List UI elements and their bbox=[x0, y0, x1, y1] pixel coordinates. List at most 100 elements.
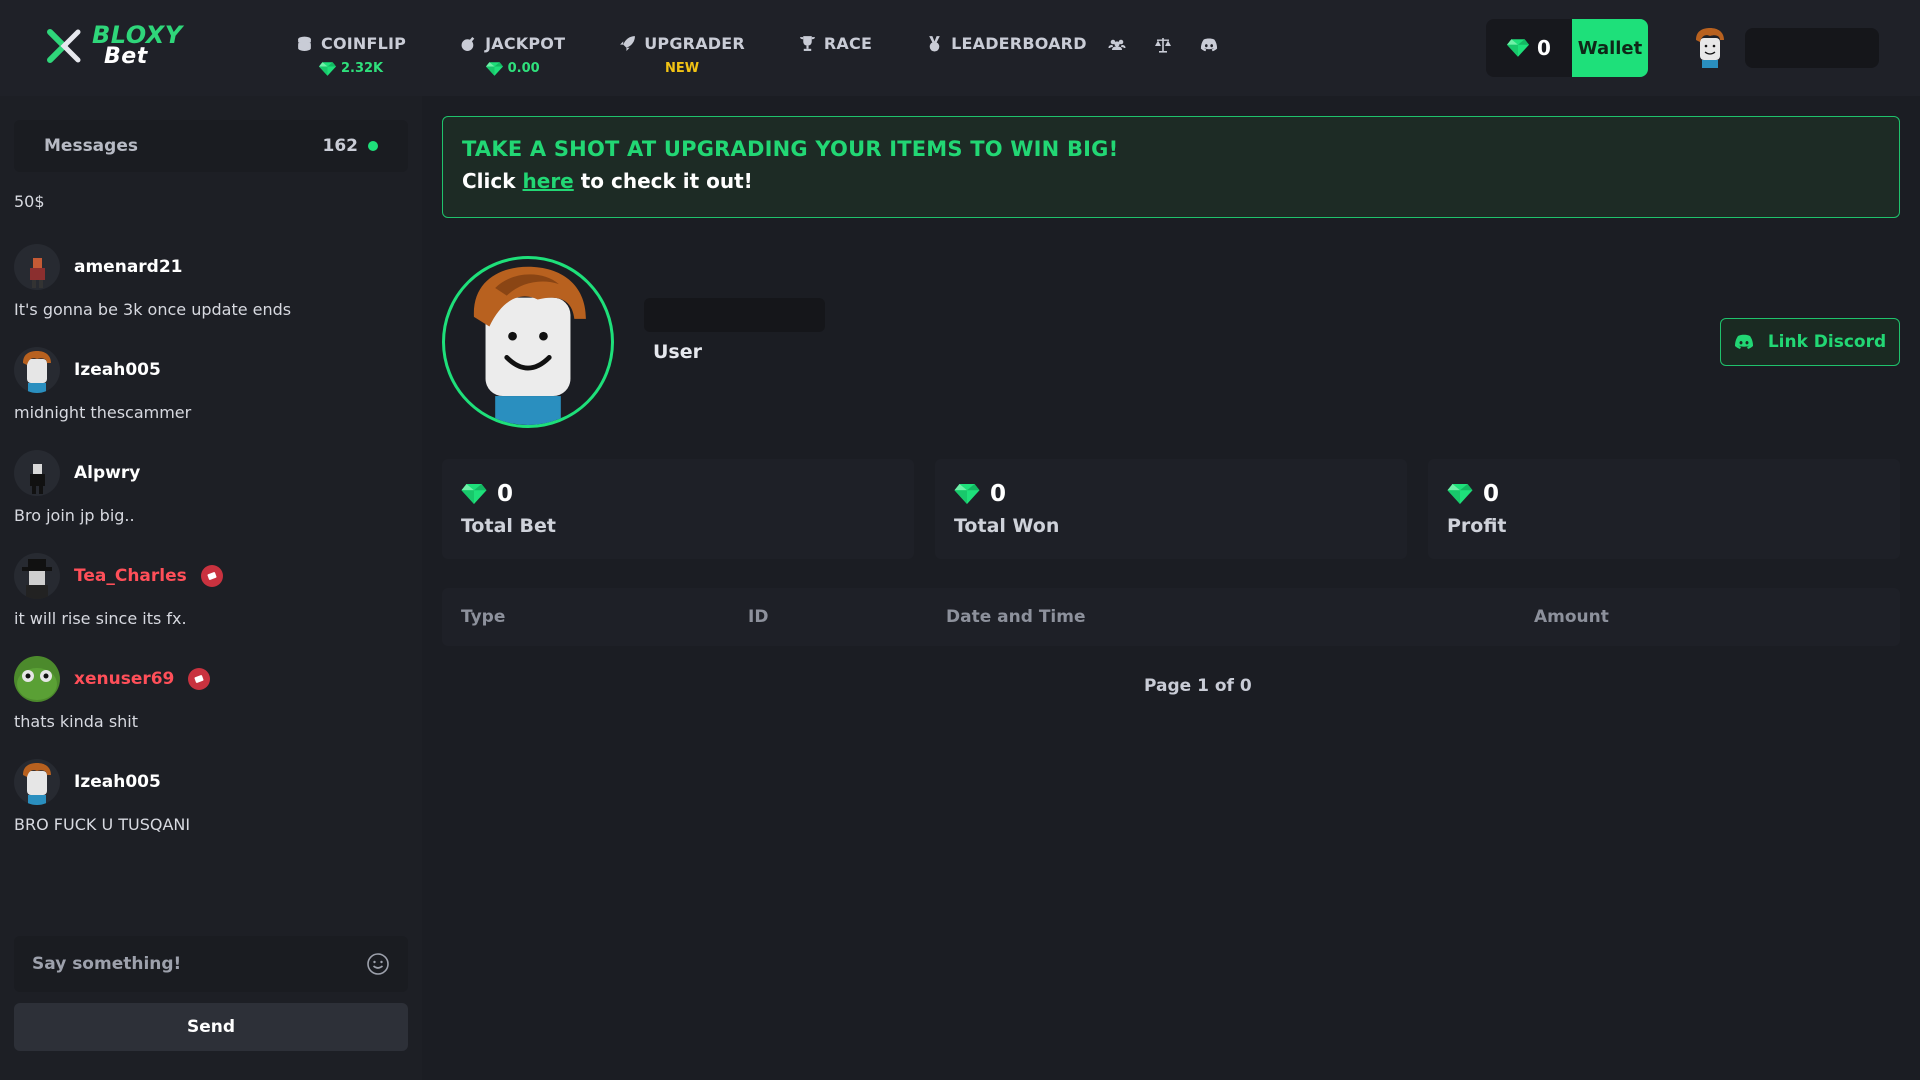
discord-icon[interactable] bbox=[1200, 36, 1218, 54]
chat-message-text: thats kinda shit bbox=[14, 712, 139, 731]
avatar[interactable] bbox=[14, 656, 60, 702]
link-discord-button[interactable]: Link Discord bbox=[1720, 318, 1900, 366]
brand-logo[interactable]: BLOXY Bet bbox=[44, 23, 183, 69]
staff-badge-icon bbox=[200, 565, 223, 587]
new-badge: NEW bbox=[665, 61, 700, 76]
column-header-type[interactable]: Type bbox=[461, 607, 505, 627]
chat-message: amenard21 It's gonna be 3k once update e… bbox=[14, 244, 408, 319]
avatar[interactable] bbox=[14, 553, 60, 599]
main-nav: COINFLIP 2.32K JACKPOT 0.00 UPGRADER NEW bbox=[296, 34, 1141, 76]
gem-icon bbox=[1507, 39, 1529, 57]
chat-title: Messages bbox=[44, 136, 138, 156]
chat-message: Alpwry Bro join jp big.. bbox=[14, 450, 408, 525]
emoji-icon[interactable] bbox=[366, 952, 390, 976]
nav-coinflip-label: COINFLIP bbox=[321, 34, 407, 53]
top-navbar: BLOXY Bet COINFLIP 2.32K JACKPOT 0.00 UP… bbox=[0, 0, 1920, 96]
stat-label: Profit bbox=[1447, 515, 1507, 537]
user-avatar[interactable] bbox=[1690, 26, 1730, 70]
staff-badge-icon bbox=[188, 668, 211, 690]
nav-upgrader-label: UPGRADER bbox=[644, 34, 745, 53]
avatar[interactable] bbox=[14, 347, 60, 393]
username-redacted bbox=[1745, 28, 1879, 68]
wallet-balance-value: 0 bbox=[1537, 36, 1551, 60]
rocket-icon bbox=[620, 36, 636, 51]
stat-total-bet: 0 Total Bet bbox=[442, 459, 914, 559]
profile-role: User bbox=[653, 341, 702, 363]
nav-coinflip-value: 2.32K bbox=[319, 61, 383, 76]
chat-messages: 50$ amenard21 It's gonna be 3k once upda… bbox=[14, 192, 408, 834]
wallet-balance: 0 bbox=[1486, 19, 1572, 77]
chat-username[interactable]: amenard21 bbox=[74, 257, 183, 277]
trophy-icon bbox=[799, 36, 815, 51]
banner-title: TAKE A SHOT AT UPGRADING YOUR ITEMS TO W… bbox=[462, 137, 1119, 161]
nav-leaderboard[interactable]: LEADERBOARD bbox=[926, 34, 1087, 53]
avatar[interactable] bbox=[14, 450, 60, 496]
nav-coinflip[interactable]: COINFLIP 2.32K bbox=[296, 34, 406, 76]
gem-icon bbox=[954, 484, 980, 504]
banner-link[interactable]: here bbox=[523, 169, 574, 193]
chat-username[interactable]: Tea_Charles bbox=[74, 566, 187, 586]
gem-icon bbox=[319, 62, 336, 76]
chat-message: Tea_Charles it will rise since its fx. bbox=[14, 553, 408, 628]
promo-banner: TAKE A SHOT AT UPGRADING YOUR ITEMS TO W… bbox=[442, 116, 1900, 218]
nav-leaderboard-label: LEADERBOARD bbox=[951, 34, 1087, 53]
chat-message: Izeah005 BRO FUCK U TUSQANI bbox=[14, 759, 408, 834]
chat-username[interactable]: Izeah005 bbox=[74, 772, 161, 792]
chat-message-text: it will rise since its fx. bbox=[14, 609, 187, 628]
nav-jackpot-value: 0.00 bbox=[486, 61, 540, 76]
link-discord-label: Link Discord bbox=[1767, 332, 1887, 352]
column-header-date[interactable]: Date and Time bbox=[946, 607, 1086, 627]
chat-username[interactable]: Alpwry bbox=[74, 463, 140, 483]
logo-line-2: Bet bbox=[104, 44, 148, 69]
avatar[interactable] bbox=[14, 244, 60, 290]
jackpot-amount: 0.00 bbox=[507, 61, 540, 76]
column-header-id[interactable]: ID bbox=[748, 607, 768, 627]
gem-icon bbox=[461, 484, 487, 504]
chat-message-text: midnight thescammer bbox=[14, 403, 192, 422]
gem-icon bbox=[486, 62, 503, 76]
nav-race[interactable]: RACE bbox=[799, 34, 872, 53]
banner-text-pre: Click bbox=[462, 169, 523, 193]
coinflip-amount: 2.32K bbox=[340, 61, 384, 76]
wallet-button[interactable]: Wallet bbox=[1572, 19, 1648, 77]
column-header-amount[interactable]: Amount bbox=[1534, 607, 1609, 627]
chat-username[interactable]: Izeah005 bbox=[74, 360, 161, 380]
logo-icon bbox=[47, 29, 81, 63]
online-count: 162 bbox=[322, 136, 359, 156]
medal-icon bbox=[929, 36, 940, 52]
stat-value: 0 bbox=[1483, 481, 1500, 507]
avatar[interactable] bbox=[14, 759, 60, 805]
chat-sidebar: Messages 162 50$ amenard21 It's gonna be… bbox=[0, 96, 422, 1080]
stat-value: 0 bbox=[497, 481, 514, 507]
chat-input[interactable]: Say something! bbox=[14, 936, 408, 992]
users-icon[interactable] bbox=[1108, 36, 1126, 54]
nav-race-label: RACE bbox=[823, 34, 873, 53]
profile-name-redacted bbox=[644, 298, 825, 332]
gem-icon bbox=[1447, 484, 1473, 504]
discord-icon bbox=[1734, 334, 1753, 349]
nav-jackpot[interactable]: JACKPOT 0.00 bbox=[460, 34, 565, 76]
online-indicator bbox=[368, 141, 378, 151]
chat-username[interactable]: xenuser69 bbox=[74, 669, 174, 689]
logo-text: BLOXY Bet bbox=[92, 23, 183, 69]
coins-icon bbox=[298, 36, 311, 51]
chat-message-text: Bro join jp big.. bbox=[14, 506, 135, 525]
nav-jackpot-label: JACKPOT bbox=[485, 34, 566, 53]
chat-header: Messages 162 bbox=[14, 120, 408, 172]
send-button[interactable]: Send bbox=[14, 1003, 408, 1051]
stat-label: Total Bet bbox=[461, 515, 556, 537]
pagination-label: Page 1 of 0 bbox=[1144, 676, 1252, 696]
scale-icon[interactable] bbox=[1154, 36, 1172, 54]
chat-message: Izeah005 midnight thescammer bbox=[14, 347, 408, 422]
chat-message-text: It's gonna be 3k once update ends bbox=[14, 300, 292, 319]
stat-total-won: 0 Total Won bbox=[935, 459, 1407, 559]
chat-message: xenuser69 thats kinda shit bbox=[14, 656, 408, 731]
chat-input-placeholder: Say something! bbox=[32, 954, 182, 974]
stat-profit: 0 Profit bbox=[1428, 459, 1900, 559]
bomb-icon bbox=[461, 36, 475, 51]
stat-value: 0 bbox=[990, 481, 1007, 507]
nav-upgrader[interactable]: UPGRADER NEW bbox=[619, 34, 745, 76]
chat-message-text: BRO FUCK U TUSQANI bbox=[14, 815, 191, 834]
banner-text-post: to check it out! bbox=[573, 169, 753, 193]
nav-icon-group bbox=[1108, 36, 1218, 54]
